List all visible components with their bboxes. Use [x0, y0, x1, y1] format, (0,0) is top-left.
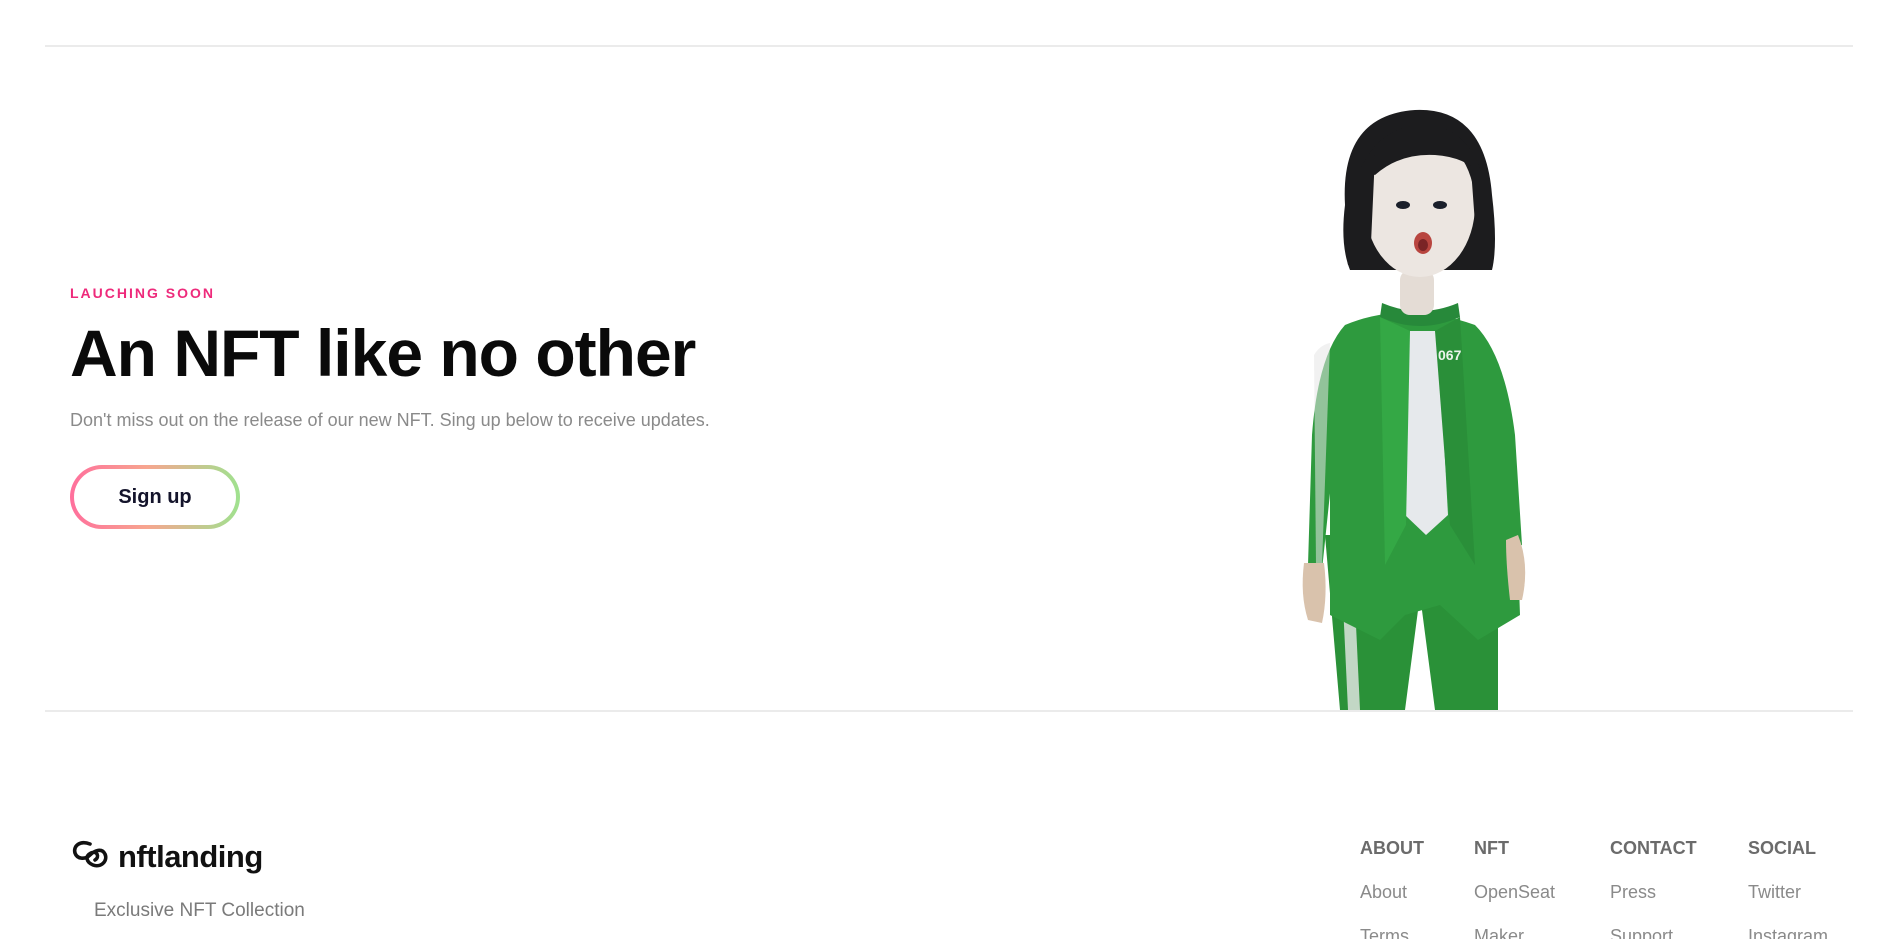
- column-heading: SOCIAL: [1748, 838, 1817, 858]
- hero-subtext: Don't miss out on the release of our new…: [70, 410, 710, 431]
- footer-brand: nftlanding Exclusive NFT Collection: [70, 838, 305, 922]
- bottom-divider: [45, 710, 1853, 712]
- svg-text:067: 067: [1438, 347, 1462, 363]
- footer-link-instagram[interactable]: Instagram: [1748, 926, 1828, 939]
- footer-link-about[interactable]: About: [1360, 882, 1424, 903]
- footer-link-openseat[interactable]: OpenSeat: [1474, 882, 1555, 903]
- signup-button[interactable]: Sign up: [70, 465, 240, 529]
- footer-link-support[interactable]: Support: [1610, 926, 1697, 939]
- footer-link-terms[interactable]: Terms: [1360, 926, 1424, 939]
- footer-link-maker[interactable]: Maker: [1474, 926, 1555, 939]
- column-heading: CONTACT: [1610, 838, 1697, 858]
- footer-column-nft: NFT OpenSeat Maker: [1474, 838, 1555, 939]
- hero-section: LAUCHING SOON An NFT like no other Don't…: [70, 285, 710, 529]
- footer-column-contact: CONTACT Press Support: [1610, 838, 1697, 939]
- landing-page: LAUCHING SOON An NFT like no other Don't…: [0, 0, 1897, 939]
- column-heading: ABOUT: [1360, 838, 1424, 858]
- column-heading: NFT: [1474, 838, 1509, 858]
- footer-column-social: SOCIAL Twitter Instagram: [1748, 838, 1828, 939]
- launch-eyebrow: LAUCHING SOON: [70, 285, 215, 301]
- nftlanding-logo-icon: [72, 840, 108, 868]
- logo[interactable]: nftlanding: [70, 838, 305, 876]
- footer-column-about: ABOUT About Terms: [1360, 838, 1424, 939]
- nft-character-image: 067: [1302, 109, 1526, 710]
- footer-link-press[interactable]: Press: [1610, 882, 1697, 903]
- brand-name: nftlanding: [118, 839, 263, 874]
- brand-tagline: Exclusive NFT Collection: [94, 900, 305, 921]
- footer-link-twitter[interactable]: Twitter: [1748, 882, 1828, 903]
- top-divider: [45, 45, 1853, 47]
- hero-headline: An NFT like no other: [70, 316, 696, 390]
